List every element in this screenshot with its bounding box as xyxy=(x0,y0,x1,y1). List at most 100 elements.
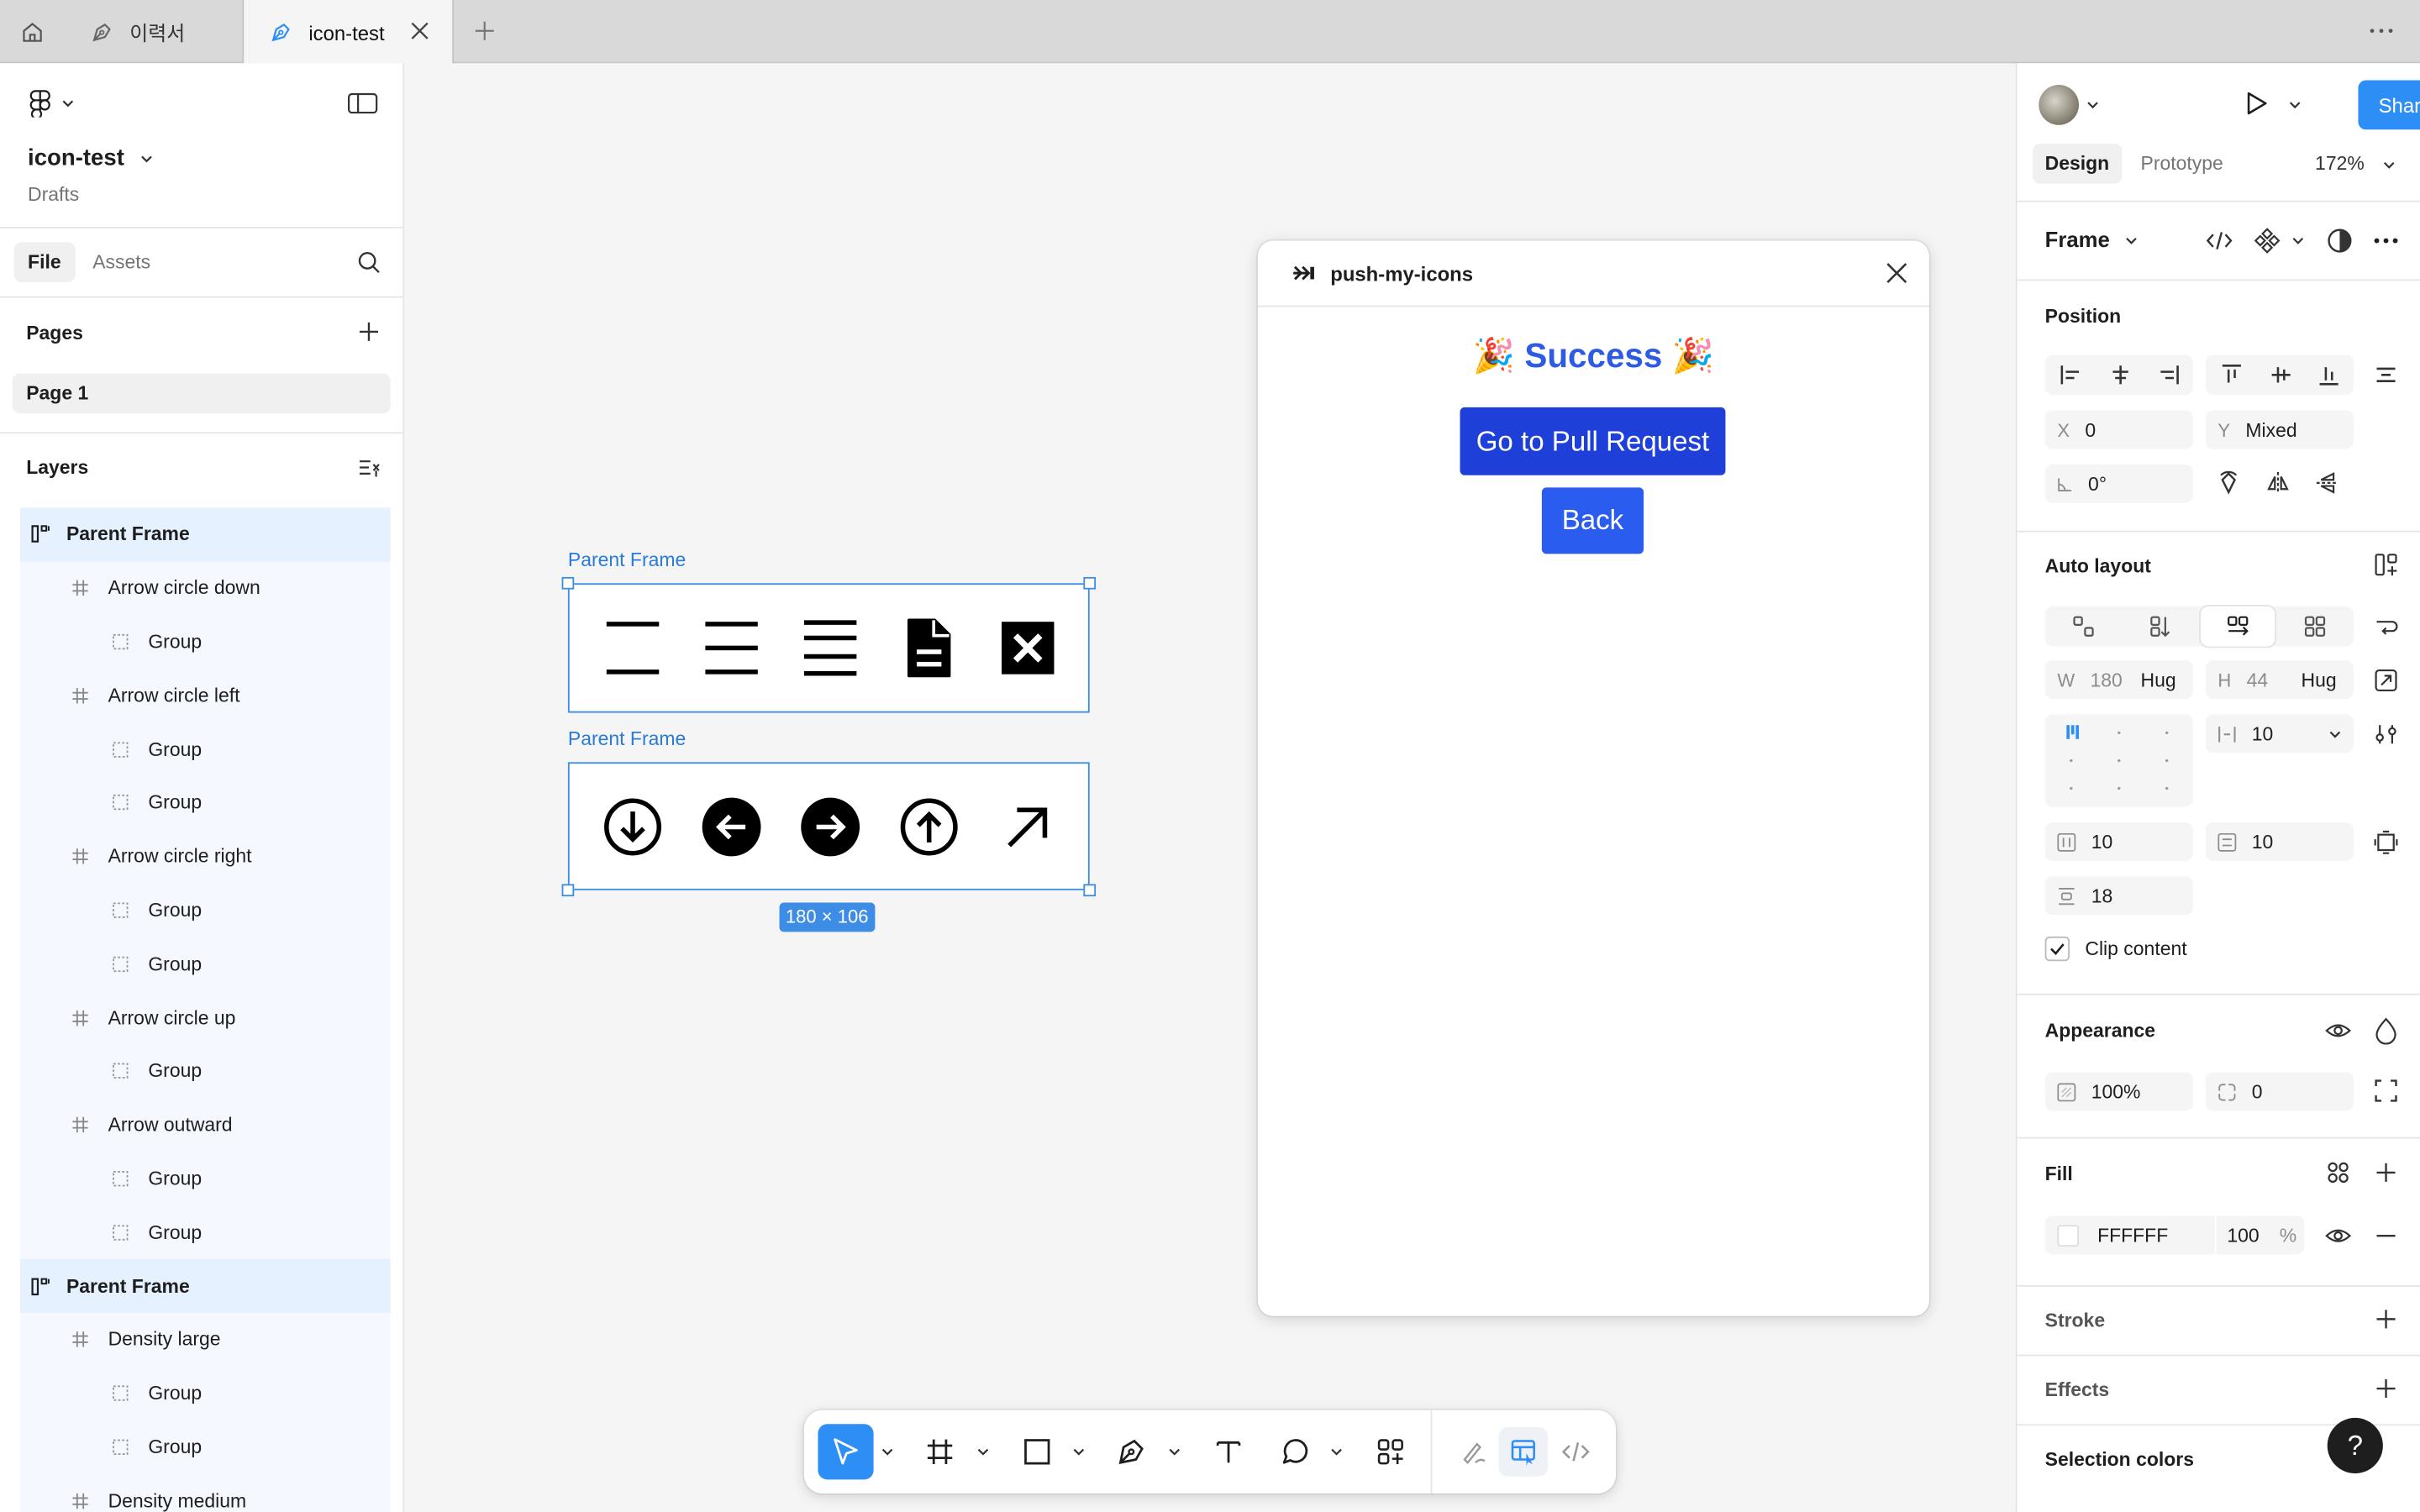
tab-icon-test[interactable]: icon-test xyxy=(244,0,454,66)
vertical-padding-field[interactable]: 10 xyxy=(2205,822,2354,861)
layer-item[interactable]: Arrow outward xyxy=(19,1098,391,1152)
align-left-button[interactable] xyxy=(2046,354,2094,395)
new-tab-button[interactable] xyxy=(471,17,498,45)
dev-mode-button[interactable] xyxy=(1557,1424,1594,1479)
layer-item[interactable]: Arrow circle down xyxy=(19,561,391,616)
layout-horizontal-button[interactable] xyxy=(2201,606,2275,647)
rotation-field[interactable]: 0° xyxy=(2044,464,2193,503)
fill-swatch[interactable] xyxy=(2057,1224,2080,1247)
eye-icon[interactable] xyxy=(2324,1016,2352,1044)
layer-item[interactable]: Group xyxy=(19,775,391,830)
tab-resume[interactable]: 이력서 xyxy=(65,0,245,64)
tab-prototype[interactable]: Prototype xyxy=(2128,144,2236,184)
add-page-button[interactable] xyxy=(356,319,381,344)
fill-color-field[interactable]: FFFFFF 100 % xyxy=(2044,1215,2305,1255)
page-item-page-1[interactable]: Page 1 xyxy=(12,373,391,414)
align-right-button[interactable] xyxy=(2144,354,2191,395)
resize-icon[interactable] xyxy=(2374,668,2398,692)
more-menu-button[interactable] xyxy=(2367,20,2395,42)
x-position-field[interactable]: X 0 xyxy=(2044,410,2193,449)
layer-item[interactable]: Density large xyxy=(19,1312,391,1367)
design-mode-button[interactable] xyxy=(1498,1426,1549,1477)
parent-frame-arrows[interactable] xyxy=(567,762,1090,890)
comment-tool-menu[interactable] xyxy=(1328,1424,1346,1479)
width-mode[interactable]: Hug xyxy=(2141,669,2176,690)
pen-tool-menu[interactable] xyxy=(1165,1424,1184,1479)
layer-item[interactable]: Arrow circle up xyxy=(19,990,391,1045)
present-button[interactable] xyxy=(2243,90,2270,118)
shape-tool-menu[interactable] xyxy=(1070,1424,1088,1479)
tab-file[interactable]: File xyxy=(13,242,76,283)
layers-options-button[interactable] xyxy=(356,455,381,480)
chevron-down-icon[interactable] xyxy=(2086,99,2099,112)
search-layers-button[interactable] xyxy=(356,250,381,275)
chevron-down-icon[interactable] xyxy=(2289,99,2302,112)
arrow-circle-up-icon[interactable] xyxy=(898,796,960,858)
advanced-settings-icon[interactable] xyxy=(2374,722,2398,747)
align-bottom-button[interactable] xyxy=(2304,354,2352,395)
align-top-button[interactable] xyxy=(2207,354,2254,395)
density-large-icon[interactable] xyxy=(603,617,662,679)
chevron-down-icon[interactable] xyxy=(2383,159,2396,171)
layer-item[interactable]: Group xyxy=(19,937,391,991)
move-tool-menu[interactable] xyxy=(878,1424,897,1479)
independent-corners-icon[interactable] xyxy=(2374,1079,2398,1103)
tab-design[interactable]: Design xyxy=(2032,143,2122,184)
chevron-down-icon[interactable] xyxy=(2291,234,2304,247)
clip-content-checkbox[interactable] xyxy=(2044,936,2070,962)
contrast-icon[interactable] xyxy=(2326,227,2354,255)
resize-handle-bottom-right[interactable] xyxy=(1083,884,1097,897)
gap-field[interactable]: 10 xyxy=(2205,714,2354,753)
comment-tool-button[interactable] xyxy=(1276,1424,1313,1479)
file-name-button[interactable]: icon-test xyxy=(28,145,152,171)
width-field[interactable]: W 180 Hug xyxy=(2044,660,2193,700)
component-icon[interactable] xyxy=(2254,227,2281,255)
go-to-pull-request-button[interactable]: Go to Pull Request xyxy=(1460,407,1726,475)
individual-padding-icon[interactable] xyxy=(2374,830,2398,854)
frame-label[interactable]: Parent Frame xyxy=(568,549,686,571)
resize-handle-top-left[interactable] xyxy=(561,576,575,590)
pen-tool-button[interactable] xyxy=(1113,1424,1150,1479)
eye-icon[interactable] xyxy=(2324,1222,2352,1250)
fill-hex-value[interactable]: FFFFFF xyxy=(2097,1224,2168,1246)
resize-handle-top-right[interactable] xyxy=(1083,576,1097,590)
rectangle-tool-button[interactable] xyxy=(1018,1424,1055,1479)
plus-icon[interactable] xyxy=(2374,1376,2398,1400)
layer-item[interactable]: Group xyxy=(19,1366,391,1420)
toggle-sidebar-button[interactable] xyxy=(347,91,378,115)
layer-item[interactable]: Group xyxy=(19,883,391,937)
align-center-button[interactable] xyxy=(2096,354,2144,395)
canvas[interactable]: Parent Frame Parent Frame 180 × 106 push… xyxy=(404,63,2016,1512)
layer-item[interactable]: Parent Frame xyxy=(19,507,391,562)
layer-item[interactable]: Arrow circle left xyxy=(19,669,391,722)
move-tool-button[interactable] xyxy=(818,1424,874,1480)
code-icon[interactable] xyxy=(2206,227,2233,255)
density-small-icon[interactable] xyxy=(801,617,860,679)
frame-tool-button[interactable] xyxy=(922,1424,959,1479)
arrow-circle-right-icon[interactable] xyxy=(799,796,860,858)
blend-drop-icon[interactable] xyxy=(2374,1016,2398,1045)
styles-grid-icon[interactable] xyxy=(2326,1160,2350,1184)
arrow-circle-down-icon[interactable] xyxy=(602,796,663,858)
file-location[interactable]: Drafts xyxy=(28,184,79,206)
document-icon[interactable] xyxy=(902,617,955,679)
frame-label[interactable]: Parent Frame xyxy=(568,728,686,750)
layer-item[interactable]: Density medium xyxy=(19,1473,391,1512)
help-button[interactable]: ? xyxy=(2327,1417,2383,1474)
tab-assets[interactable]: Assets xyxy=(79,242,165,282)
y-position-field[interactable]: Y Mixed xyxy=(2205,410,2354,449)
layer-item[interactable]: Group xyxy=(19,1044,391,1099)
arrow-circle-left-icon[interactable] xyxy=(701,796,762,858)
spacing-field[interactable]: 18 xyxy=(2044,876,2193,916)
chevron-down-icon[interactable] xyxy=(2125,234,2138,247)
layout-grid-button[interactable] xyxy=(2289,606,2341,647)
plus-icon[interactable] xyxy=(2374,1307,2398,1331)
fill-opacity-value[interactable]: 100 xyxy=(2227,1224,2259,1246)
plus-icon[interactable] xyxy=(2374,1160,2398,1184)
density-medium-icon[interactable] xyxy=(702,617,761,679)
back-button[interactable]: Back xyxy=(1541,487,1644,554)
height-field[interactable]: H 44 Hug xyxy=(2205,660,2354,700)
main-menu-button[interactable] xyxy=(28,90,74,118)
avatar[interactable] xyxy=(2039,85,2080,125)
share-button[interactable]: Share xyxy=(2358,80,2420,130)
